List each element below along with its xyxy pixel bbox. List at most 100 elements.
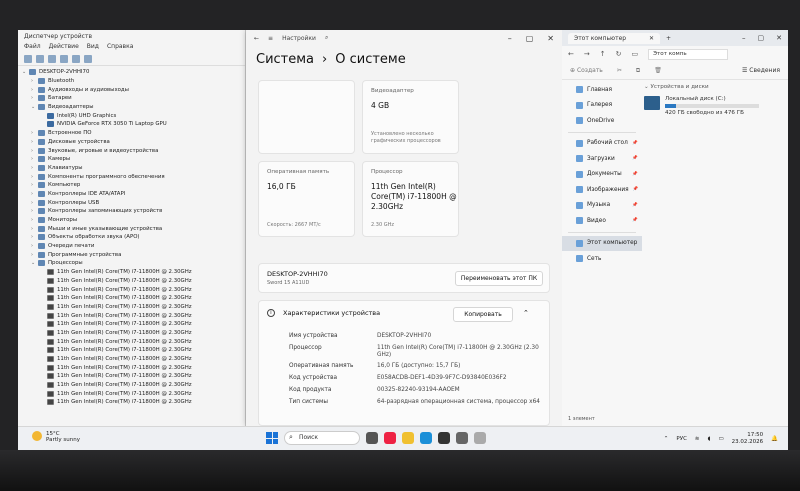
pin-icon[interactable]: 📌 [632, 218, 638, 223]
tree-root[interactable]: ⌄ DESKTOP-2VHHI70 [22, 68, 241, 77]
pinned-item[interactable]: Рабочий стол 📌 [562, 136, 642, 152]
file-explorer-icon[interactable] [402, 432, 414, 444]
forward-icon[interactable] [36, 55, 44, 63]
copy-button[interactable]: Копировать [453, 307, 513, 322]
close-icon[interactable]: ✕ [776, 34, 782, 42]
device-item[interactable]: 11th Gen Intel(R) Core(TM) i7-11800H @ 2… [22, 329, 241, 338]
device-item[interactable]: 11th Gen Intel(R) Core(TM) i7-11800H @ 2… [22, 389, 241, 398]
device-item[interactable]: 11th Gen Intel(R) Core(TM) i7-11800H @ 2… [22, 268, 241, 277]
expand-icon[interactable]: › [31, 139, 38, 145]
device-category[interactable]: › Клавиатуры [22, 164, 241, 173]
device-category[interactable]: › Объекты обработки звука (APO) [22, 233, 241, 242]
maximize-icon[interactable]: ▢ [758, 34, 765, 42]
view-button[interactable]: ☰ Сведения [742, 67, 780, 74]
pin-icon[interactable]: 📌 [632, 172, 638, 177]
delete-icon[interactable]: 🗑 [654, 67, 662, 74]
expand-icon[interactable]: › [31, 182, 38, 188]
expand-icon[interactable]: › [31, 156, 38, 162]
copy-icon[interactable]: ⧉ [636, 67, 640, 75]
chevron-up-icon[interactable]: ⌃ [664, 436, 669, 442]
device-category[interactable]: › Программные устройства [22, 250, 241, 259]
volume-icon[interactable]: ◖ [708, 436, 711, 442]
pinned-item[interactable]: Изображения 📌 [562, 182, 642, 198]
menu-action[interactable]: Действие [49, 43, 79, 52]
device-category[interactable]: ⌄ Процессоры [22, 259, 241, 268]
device-category[interactable]: › Контроллеры IDE ATA/ATAPI [22, 190, 241, 199]
expand-icon[interactable]: › [31, 200, 38, 206]
refresh-icon[interactable]: ↻ [616, 50, 622, 58]
device-category[interactable]: › Мониторы [22, 216, 241, 225]
start-icon[interactable] [266, 432, 278, 444]
device-category[interactable]: › Bluetooth [22, 77, 241, 86]
device-item[interactable]: NVIDIA GeForce RTX 3050 Ti Laptop GPU [22, 120, 241, 129]
drive-c[interactable]: Локальный диск (C:) 420 ГБ свободно из 4… [644, 96, 784, 116]
cut-icon[interactable]: ✂ [617, 67, 622, 74]
expand-icon[interactable]: ⌄ [31, 104, 38, 110]
sidebar-item[interactable]: OneDrive [562, 113, 642, 129]
close-tab-icon[interactable]: ✕ [649, 35, 654, 42]
device-category[interactable]: ⌄ Видеоадаптеры [22, 103, 241, 112]
close-icon[interactable]: ✕ [547, 34, 554, 43]
help-icon[interactable] [60, 55, 68, 63]
monitor-icon[interactable] [84, 55, 92, 63]
expand-icon[interactable]: › [31, 95, 38, 101]
show-hidden-icon[interactable] [72, 55, 80, 63]
store-icon[interactable] [438, 432, 450, 444]
device-category[interactable]: › Мыши и иные указывающие устройства [22, 224, 241, 233]
menu-file[interactable]: Файл [24, 43, 41, 52]
address-bar[interactable]: Этот компь [648, 48, 729, 60]
device-category[interactable]: › Компоненты программного обеспечения [22, 172, 241, 181]
device-item[interactable]: 11th Gen Intel(R) Core(TM) i7-11800H @ 2… [22, 346, 241, 355]
device-item[interactable]: Intel(R) UHD Graphics [22, 111, 241, 120]
language-indicator[interactable]: РУС [676, 436, 687, 442]
pinned-item[interactable]: Музыка 📌 [562, 198, 642, 214]
device-category[interactable]: › Батареи [22, 94, 241, 103]
battery-icon[interactable]: ▭ [718, 436, 723, 442]
forward-arrow-icon[interactable]: → [584, 50, 590, 58]
create-button[interactable]: ⊕ Создать [570, 67, 603, 74]
expand-icon[interactable]: › [31, 252, 38, 258]
pin-icon[interactable]: 📌 [632, 203, 638, 208]
device-item[interactable]: 11th Gen Intel(R) Core(TM) i7-11800H @ 2… [22, 285, 241, 294]
expand-icon[interactable]: › [31, 148, 38, 154]
pin-icon[interactable]: 📌 [632, 141, 638, 146]
rename-pc-button[interactable]: Переименовать этот ПК [455, 271, 543, 286]
pin-icon[interactable]: 📌 [632, 156, 638, 161]
copilot-icon[interactable] [384, 432, 396, 444]
device-category[interactable]: › Компьютер [22, 181, 241, 190]
wifi-icon[interactable]: ≋ [695, 436, 700, 442]
expand-icon[interactable]: › [31, 226, 38, 232]
expand-icon[interactable]: › [31, 234, 38, 240]
device-category[interactable]: › Очереди печати [22, 242, 241, 251]
expand-icon[interactable]: › [31, 165, 38, 171]
device-item[interactable]: 11th Gen Intel(R) Core(TM) i7-11800H @ 2… [22, 303, 241, 312]
maximize-icon[interactable]: ▢ [526, 34, 534, 43]
expand-icon[interactable]: › [31, 174, 38, 180]
device-category[interactable]: › Камеры [22, 155, 241, 164]
device-category[interactable]: › Контроллеры запоминающих устройств [22, 207, 241, 216]
sidebar-item[interactable]: Главная [562, 82, 642, 98]
pin-icon[interactable]: 📌 [633, 187, 639, 192]
back-icon[interactable] [24, 55, 32, 63]
device-item[interactable]: 11th Gen Intel(R) Core(TM) i7-11800H @ 2… [22, 381, 241, 390]
clock[interactable]: 17:50 23.02.2026 [732, 432, 764, 446]
minimize-icon[interactable]: – [742, 34, 746, 42]
minimize-icon[interactable]: – [508, 34, 512, 43]
task-view-icon[interactable] [366, 432, 378, 444]
device-item[interactable]: 11th Gen Intel(R) Core(TM) i7-11800H @ 2… [22, 311, 241, 320]
sidebar-item[interactable]: Галерея [562, 98, 642, 114]
device-item[interactable]: 11th Gen Intel(R) Core(TM) i7-11800H @ 2… [22, 363, 241, 372]
tab-this-pc[interactable]: Этот компьютер ✕ [568, 32, 660, 44]
up-arrow-icon[interactable]: ↑ [600, 50, 606, 58]
menu-help[interactable]: Справка [107, 43, 133, 52]
notification-icon[interactable]: 🔔 [771, 436, 778, 442]
expand-icon[interactable]: › [31, 243, 38, 249]
device-item[interactable]: 11th Gen Intel(R) Core(TM) i7-11800H @ 2… [22, 337, 241, 346]
properties-icon[interactable] [48, 55, 56, 63]
sidebar-item-this-pc[interactable]: Этот компьютер [562, 235, 642, 251]
device-item[interactable]: 11th Gen Intel(R) Core(TM) i7-11800H @ 2… [22, 355, 241, 364]
expand-icon[interactable]: › [31, 78, 38, 84]
pinned-item[interactable]: Видео 📌 [562, 213, 642, 229]
expand-icon[interactable]: › [31, 87, 38, 93]
expand-icon[interactable]: › [31, 208, 38, 214]
